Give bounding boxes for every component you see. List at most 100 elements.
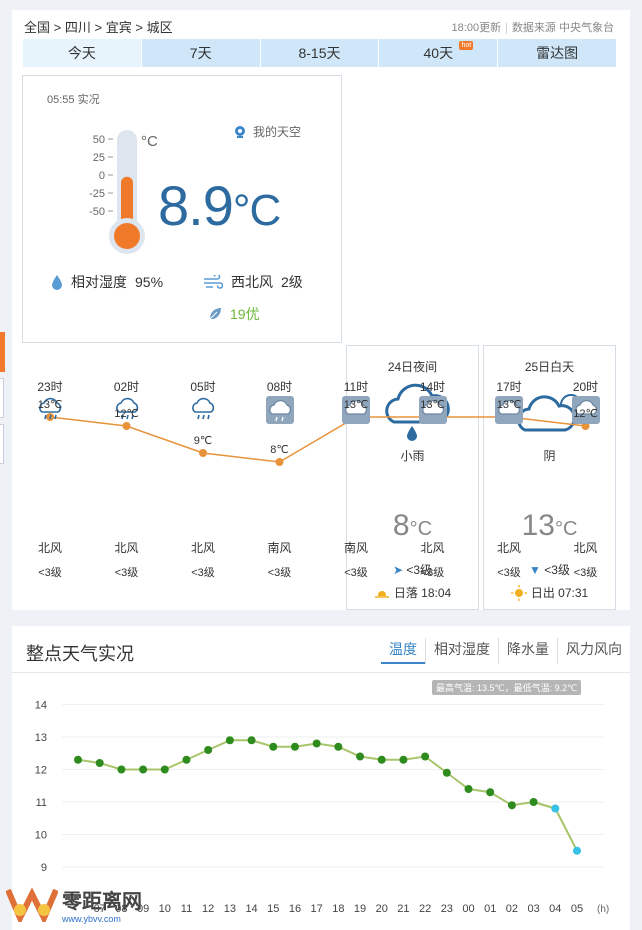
data-point bbox=[464, 785, 473, 793]
data-point bbox=[399, 755, 408, 764]
data-point bbox=[139, 765, 148, 774]
x-tick-label: 11 bbox=[181, 903, 192, 915]
data-point bbox=[247, 736, 256, 745]
data-point bbox=[160, 765, 169, 774]
hour-wind-dir: 北风 bbox=[114, 541, 139, 555]
x-tick-label: 03 bbox=[527, 903, 539, 915]
hour-temp: 13℃ bbox=[496, 399, 522, 411]
x-tick-label: 10 bbox=[159, 903, 171, 915]
hour-temp: 13℃ bbox=[37, 399, 63, 411]
y-tick-label: 10 bbox=[35, 830, 47, 842]
x-tick-label: 00 bbox=[462, 903, 474, 915]
tab-wind[interactable]: 风力风向 bbox=[557, 638, 630, 664]
hour-time: 23时 bbox=[37, 380, 63, 394]
x-tick-label: 15 bbox=[267, 903, 279, 915]
data-point bbox=[551, 804, 560, 813]
data-point bbox=[334, 742, 343, 751]
hour-wind-dir: 北风 bbox=[496, 541, 521, 555]
x-tick-label: 01 bbox=[484, 903, 496, 915]
x-tick-label: 12 bbox=[202, 903, 214, 915]
x-tick-label: 14 bbox=[245, 903, 257, 915]
logo-icon bbox=[6, 887, 58, 922]
data-point bbox=[529, 798, 538, 806]
data-point bbox=[377, 755, 386, 764]
x-tick-label: 23 bbox=[441, 903, 453, 915]
hour-wind-level: <3级 bbox=[344, 567, 368, 579]
hour-wind-dir: 北风 bbox=[573, 541, 598, 555]
x-tick-label: 16 bbox=[289, 903, 301, 915]
hour-time: 02时 bbox=[113, 380, 140, 394]
data-point bbox=[442, 768, 451, 777]
data-point bbox=[117, 765, 126, 774]
x-tick-label: 17 bbox=[311, 903, 323, 915]
temp-point bbox=[275, 458, 284, 466]
data-point bbox=[290, 742, 299, 751]
tab-precipitation[interactable]: 降水量 bbox=[498, 638, 557, 664]
y-tick-label: 11 bbox=[36, 797, 47, 809]
hour-temp: 13℃ bbox=[420, 399, 445, 411]
hour-wind-dir: 北风 bbox=[420, 541, 445, 555]
y-tick-label: 12 bbox=[35, 765, 47, 777]
x-tick-label: 04 bbox=[549, 903, 561, 915]
data-point bbox=[421, 752, 430, 761]
hour-wind-dir: 北风 bbox=[190, 541, 215, 555]
data-point bbox=[312, 739, 321, 748]
data-point bbox=[573, 846, 581, 855]
data-point bbox=[204, 746, 213, 754]
hour-temp: 8℃ bbox=[270, 444, 289, 456]
data-point bbox=[74, 755, 82, 764]
data-point bbox=[356, 752, 365, 761]
hour-wind-level: <3级 bbox=[497, 567, 521, 579]
hour-time: 08时 bbox=[266, 380, 293, 394]
x-tick-label: 19 bbox=[354, 903, 366, 915]
hour-time: 14时 bbox=[419, 380, 446, 394]
hour-temp: 9℃ bbox=[193, 435, 213, 447]
temp-point bbox=[199, 449, 207, 457]
hour-wind-level: <3级 bbox=[573, 567, 598, 579]
chart-tabs: 温度 相对湿度 降水量 风力风向 bbox=[381, 638, 630, 664]
data-point bbox=[95, 759, 104, 767]
tab-temperature[interactable]: 温度 bbox=[381, 638, 425, 664]
hourly-temp-line bbox=[46, 413, 590, 466]
y-tick-label: 9 bbox=[41, 862, 47, 874]
tab-humidity[interactable]: 相对湿度 bbox=[425, 638, 498, 664]
x-unit-label: (h) bbox=[597, 904, 609, 915]
data-point bbox=[507, 801, 516, 810]
hour-wind-dir: 南风 bbox=[267, 541, 292, 555]
hour-wind-level: <3级 bbox=[420, 567, 445, 579]
hour-time: 17时 bbox=[496, 380, 522, 394]
section-title: 整点天气实况 bbox=[26, 644, 134, 664]
hour-temp: 12℃ bbox=[573, 408, 598, 420]
series-line bbox=[77, 739, 556, 810]
side-tab[interactable] bbox=[0, 378, 4, 418]
hour-wind-dir: 北风 bbox=[37, 541, 62, 555]
data-point bbox=[182, 755, 191, 764]
hour-temp: 12℃ bbox=[114, 408, 139, 420]
side-feedback-tab[interactable] bbox=[0, 332, 5, 372]
hour-wind-level: <3级 bbox=[191, 567, 215, 579]
x-tick-label: 02 bbox=[506, 903, 518, 915]
rain-icon bbox=[265, 396, 294, 424]
y-tick-label: 13 bbox=[35, 732, 47, 744]
x-tick-label: 22 bbox=[419, 903, 431, 915]
hour-wind-dir: 南风 bbox=[343, 541, 368, 555]
x-tick-label: 05 bbox=[571, 903, 583, 915]
data-point bbox=[486, 788, 495, 797]
x-tick-label: 13 bbox=[224, 903, 236, 915]
hour-wind-level: <3级 bbox=[38, 567, 62, 579]
data-point bbox=[269, 742, 278, 751]
watermark-logo: 零距离网 www.ybvv.com bbox=[6, 884, 156, 924]
x-tick-label: 20 bbox=[376, 903, 388, 915]
data-point bbox=[225, 736, 234, 745]
hour-time: 20时 bbox=[572, 380, 599, 394]
divider bbox=[12, 672, 630, 673]
hour-temp: 13℃ bbox=[343, 399, 369, 411]
y-tick-label: 14 bbox=[35, 700, 47, 712]
rain-icon bbox=[192, 397, 215, 420]
x-tick-label: 21 bbox=[397, 903, 409, 915]
side-tab[interactable] bbox=[0, 424, 4, 464]
hour-time: 11时 bbox=[343, 380, 369, 394]
x-tick-label: 18 bbox=[332, 903, 344, 915]
hour-wind-level: <3级 bbox=[267, 567, 292, 579]
weather-card: 全国 > 四川 > 宜宾 > 城区 18:00更新 | 数据来源 中央气象台 今天 … bbox=[12, 10, 630, 610]
